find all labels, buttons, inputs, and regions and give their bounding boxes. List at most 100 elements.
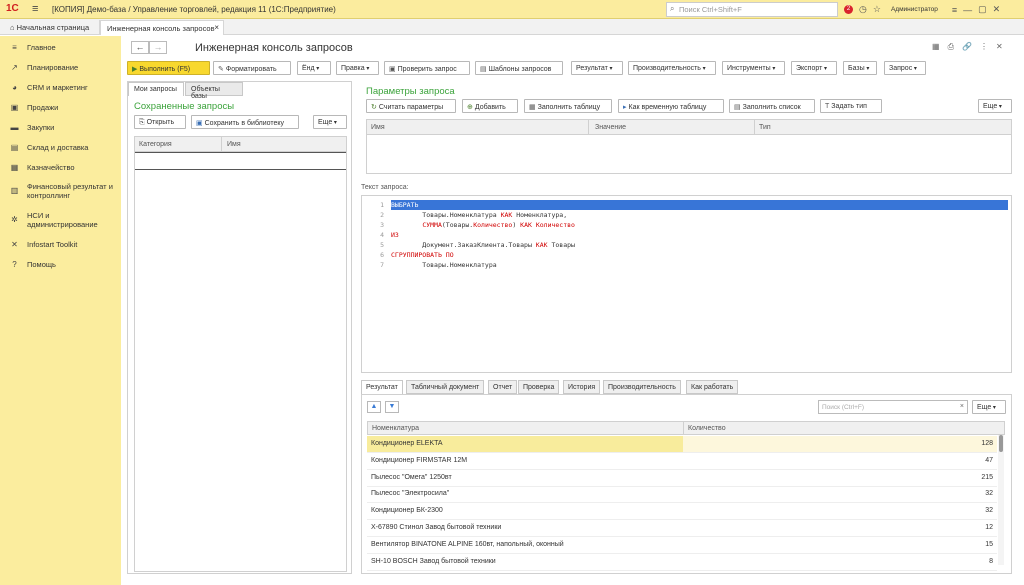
close-form-icon[interactable]: ✕	[996, 42, 1003, 52]
restore-icon[interactable]: ▢	[978, 4, 987, 15]
add-param-button[interactable]: ⊕ Добавить	[462, 99, 518, 113]
sidebar-item-help[interactable]: ? Помощь	[0, 260, 121, 269]
back-button[interactable]: ←	[131, 41, 149, 54]
code-line[interactable]: 6 СГРУППИРОВАТЬ ПО	[362, 250, 1012, 260]
tools-menu[interactable]: Инструменты	[722, 61, 785, 75]
code-line[interactable]: 2 Товары.Номенклатура КАК Номенклатура,	[362, 210, 1012, 220]
result-scrollbar[interactable]	[998, 435, 1004, 565]
close-icon[interactable]: ✕	[993, 4, 1001, 15]
cell-item: Вентилятор BINATONE ALPINE 160вт, наполь…	[371, 540, 564, 548]
tab-my-queries[interactable]: Мои запросы	[128, 82, 184, 96]
result-row[interactable]: SH-10 BOSCH Завод бытовой техники 8	[367, 554, 997, 571]
result-row[interactable]: Кондиционер FIRMSTAR 12М 47	[367, 453, 997, 470]
code-line[interactable]: 1 ВЫБРАТЬ	[362, 200, 1012, 210]
tab-bar: ⌂ Начальная страница Инженерная консоль …	[0, 19, 1024, 35]
global-search-input[interactable]: ⌕ Поиск Ctrl+Shift+F	[666, 2, 838, 17]
result-row[interactable]: Кондиционер ELEKTA 128	[367, 436, 997, 453]
sidebar-item-warehouse[interactable]: ▤ Склад и доставка	[0, 143, 121, 152]
result-search-input[interactable]: Поиск (Ctrl+F) ×	[818, 400, 968, 414]
tab-close-icon[interactable]: ×	[214, 23, 219, 32]
tab-base-objects[interactable]: Объекты базы	[185, 82, 243, 100]
export-menu[interactable]: Экспорт	[791, 61, 837, 75]
result-row[interactable]: Пылесос "Омега" 1250вт 215	[367, 470, 997, 487]
set-type-button[interactable]: T Задать тип	[820, 99, 882, 113]
edit-menu[interactable]: Правка	[336, 61, 379, 75]
query-menu[interactable]: Запрос	[884, 61, 926, 75]
save-icon[interactable]: ▦	[932, 42, 940, 52]
check-query-button[interactable]: ▣ Проверить запрос	[384, 61, 470, 75]
code-line[interactable]: 3 СУММА(Товары.Количество) КАК Количеств…	[362, 220, 1012, 230]
performance-menu[interactable]: Производительность	[628, 61, 716, 75]
left-more-menu[interactable]: Еще	[313, 115, 347, 129]
move-up-button[interactable]: ▲	[367, 401, 381, 413]
scroll-thumb[interactable]	[999, 435, 1003, 452]
tab-result[interactable]: Результат	[361, 380, 403, 394]
tab-performance[interactable]: Производительность	[603, 380, 681, 394]
params-more-menu[interactable]: Еще	[978, 99, 1012, 113]
favorites-icon[interactable]: ☆	[873, 4, 881, 15]
minimize-icon[interactable]: —	[963, 5, 972, 15]
code-line[interactable]: 7 Товары.Номенклатура	[362, 260, 1012, 270]
app-logo: 1С	[6, 3, 19, 14]
settings-icon[interactable]: ≡	[952, 5, 957, 15]
code-text: СУММА(Товары.Количество) КАК Количество	[391, 220, 575, 230]
result-row[interactable]: Вентилятор BINATONE ALPINE 160вт, наполь…	[367, 537, 997, 554]
sidebar-item-main[interactable]: ≡ Главное	[0, 43, 121, 52]
result-more-menu[interactable]: Еще	[972, 400, 1006, 414]
sidebar-item-planning[interactable]: ↗ Планирование	[0, 63, 121, 72]
box-icon: ▤	[10, 143, 19, 152]
query-text-editor[interactable]: 1 ВЫБРАТЬ 2 Товары.Номенклатура КАК Номенк…	[361, 195, 1012, 373]
cell-item: Пылесос "Омега" 1250вт	[371, 473, 452, 481]
link-icon[interactable]: 🔗	[962, 42, 972, 52]
format-button[interactable]: ✎ Форматировать	[213, 61, 291, 75]
result-menu[interactable]: Результат	[571, 61, 623, 75]
fill-table-button[interactable]: ▦ Заполнить таблицу	[524, 99, 612, 113]
clear-icon[interactable]: ×	[960, 403, 964, 410]
save-to-library-button[interactable]: ▣ Сохранить в библиотеку	[191, 115, 299, 129]
tab-spreadsheet[interactable]: Табличный документ	[406, 380, 485, 394]
print-icon[interactable]: ⎙	[948, 42, 954, 52]
result-row[interactable]: Пылесос "Электросила" 32	[367, 486, 997, 504]
sidebar-item-infostart[interactable]: ✕ Infostart Toolkit	[0, 240, 121, 249]
code-line[interactable]: 4 ИЗ	[362, 230, 1012, 240]
line-number: 3	[380, 221, 384, 229]
tab-history[interactable]: История	[563, 380, 601, 394]
history-icon[interactable]: ◷	[859, 4, 867, 15]
run-button[interactable]: ▶ Выполнить (F5)	[127, 61, 210, 75]
as-temp-table-button[interactable]: ▸ Как временную таблицу	[618, 99, 724, 113]
tab-query-console[interactable]: Инженерная консоль запросов ×	[100, 20, 224, 35]
sidebar-item-finance[interactable]: ▥ Финансовый результат и контроллинг	[0, 182, 118, 200]
money-icon: ▦	[10, 163, 19, 172]
bases-menu[interactable]: Базы	[843, 61, 877, 75]
sidebar-item-sales[interactable]: ▣ Продажи	[0, 103, 121, 112]
line-number: 2	[380, 211, 384, 219]
fill-list-button[interactable]: ▤ Заполнить список	[729, 99, 815, 113]
find-menu[interactable]: Ёнд	[297, 61, 331, 75]
notifications-badge[interactable]: 2	[844, 5, 853, 14]
sidebar-item-treasury[interactable]: ▦ Казначейство	[0, 163, 121, 172]
user-name[interactable]: Администратор	[891, 6, 938, 13]
tab-howto[interactable]: Как работать	[686, 380, 739, 394]
params-grid-header: Имя Значение Тип	[366, 119, 1012, 135]
forward-button[interactable]: →	[149, 41, 167, 54]
main-menu-icon[interactable]: ≡	[32, 3, 38, 15]
more-icon[interactable]: ⋮	[980, 42, 988, 52]
tab-home[interactable]: ⌂ Начальная страница	[4, 20, 100, 35]
tab-report[interactable]: Отчет	[488, 380, 518, 394]
tab-check[interactable]: Проверка	[518, 380, 560, 394]
sidebar-item-purchases[interactable]: ▬ Закупки	[0, 123, 121, 132]
count-params-button[interactable]: ↻ Считать параметры	[366, 99, 456, 113]
move-down-button[interactable]: ▼	[385, 401, 399, 413]
play-icon: ▶	[132, 66, 138, 73]
col-divider	[588, 119, 589, 135]
add-param-label: Добавить	[474, 104, 506, 111]
result-row[interactable]: Х-67890 Стинол Завод бытовой техники 12	[367, 520, 997, 537]
code-token: Номенклатура,	[512, 211, 568, 219]
open-button[interactable]: ⎘ Открыть	[134, 115, 186, 129]
sidebar-item-crm[interactable]: ◕ CRM и маркетинг	[0, 83, 121, 92]
templates-button[interactable]: ▤ Шаблоны запросов	[475, 61, 563, 75]
code-line[interactable]: 5 Документ.ЗаказКлиента.Товары КАК Товар…	[362, 240, 1012, 250]
sidebar-item-nsi[interactable]: ✲ НСИ и администрирование	[0, 211, 110, 229]
result-row[interactable]: Кондиционер БК-2300 32	[367, 503, 997, 521]
code-text: СГРУППИРОВАТЬ ПО	[391, 250, 454, 260]
